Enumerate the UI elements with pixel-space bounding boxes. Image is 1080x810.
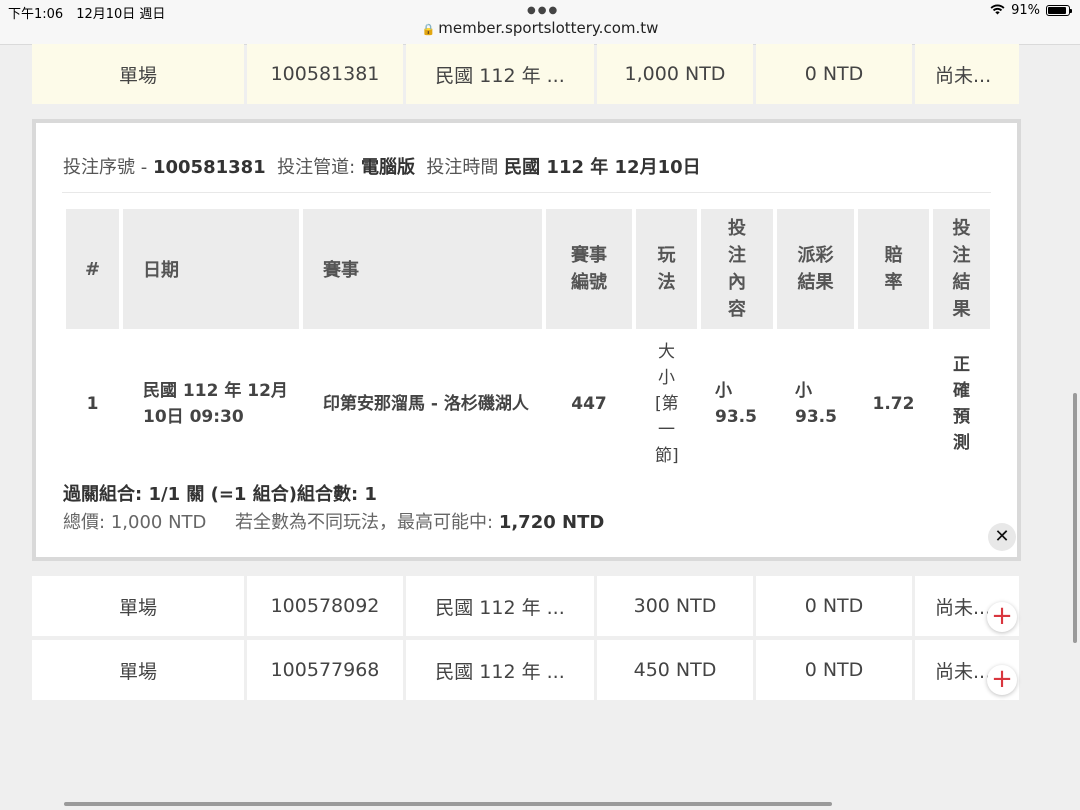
channel-label: 投注管道: — [277, 157, 356, 178]
bet-payout: 0 NTD — [756, 576, 912, 636]
bet-result-status: 正確預測 — [933, 334, 990, 474]
total-value: 1,000 NTD — [110, 512, 207, 533]
total-info: 總價: 1,000 NTD 若全數為不同玩法，最高可能中: 1,720 NTD — [63, 508, 604, 534]
header-play: 玩法 — [636, 209, 697, 329]
bet-status: 尚未... — [915, 44, 1019, 104]
lock-icon: 🔒 — [421, 23, 436, 36]
channel-value: 電腦版 — [360, 157, 415, 178]
bet-amount: 450 NTD — [597, 640, 753, 700]
max-payout-label: 若全數為不同玩法，最高可能中: — [235, 512, 494, 533]
bet-serial: 100577968 — [247, 640, 403, 700]
time-value: 民國 112 年 12月10日 — [504, 157, 701, 178]
combo-info: 過關組合: 1/1 關 (=1 組合)組合數: 1 — [63, 484, 377, 505]
bet-date: 民國 112 年 ... — [406, 576, 594, 636]
max-payout-value: 1,720 NTD — [498, 512, 605, 533]
header-odds: 賠率 — [858, 209, 929, 329]
bet-type: 單場 — [32, 576, 244, 636]
bet-type: 單場 — [32, 640, 244, 700]
header-result-text: 派彩結果 — [797, 245, 834, 293]
status-indicators: 91% — [990, 3, 1072, 18]
bet-summary-row[interactable]: 單場 100581381 民國 112 年 ... 1,000 NTD 0 NT… — [32, 44, 1021, 104]
battery-icon — [1046, 5, 1072, 16]
header-result: 派彩結果 — [777, 209, 854, 329]
multitask-dots-icon[interactable]: ●●● — [527, 5, 559, 16]
bet-result: 小 93.5 — [795, 381, 837, 427]
header-event-no: 賽事編號 — [546, 209, 632, 329]
bet-detail-card: 投注序號 - 100581381 投注管道: 電腦版 投注時間 民國 112 年… — [32, 119, 1021, 561]
header-odds-text: 賠率 — [884, 245, 903, 293]
bet-odds: 1.72 — [872, 394, 915, 414]
home-indicator[interactable] — [64, 802, 832, 806]
bet-type: 單場 — [32, 44, 244, 104]
bet-date-detail: 民國 112 年 12月10日 09:30 — [143, 381, 288, 427]
header-play-text: 玩法 — [657, 245, 676, 293]
serial-separator: - — [140, 157, 148, 178]
total-label: 總價: — [63, 512, 106, 533]
header-num: # — [66, 209, 119, 329]
bet-result-status-text: 正確預測 — [953, 355, 970, 453]
bet-serial: 100581381 — [247, 44, 403, 104]
bet-payout: 0 NTD — [756, 640, 912, 700]
header-bet-result-text: 投注結果 — [952, 218, 971, 320]
bet-play-text: 大小[第一節] — [655, 342, 679, 466]
bet-play: 大小[第一節] — [636, 334, 697, 474]
bet-summary-row[interactable]: 單場 100578092 民國 112 年 ... 300 NTD 0 NTD … — [32, 576, 1021, 636]
wifi-icon — [990, 4, 1005, 18]
bet-date: 民國 112 年 ... — [406, 44, 594, 104]
header-date: 日期 — [123, 209, 299, 329]
plus-icon[interactable]: + — [987, 665, 1017, 695]
header-event: 賽事 — [303, 209, 542, 329]
url-text: member.sportslottery.com.tw — [438, 19, 659, 37]
browser-top-bar: 下午1:06 12月10日 週日 ●●● 🔒 member.sportslotte… — [0, 0, 1080, 45]
header-content: 投注內容 — [701, 209, 773, 329]
bet-serial: 100578092 — [247, 576, 403, 636]
address-bar[interactable]: 🔒 member.sportslottery.com.tw — [0, 19, 1080, 37]
bet-amount: 300 NTD — [597, 576, 753, 636]
bet-date: 民國 112 年 ... — [406, 640, 594, 700]
header-content-text: 投注內容 — [728, 218, 746, 320]
plus-icon[interactable]: + — [987, 602, 1017, 632]
bet-amount: 1,000 NTD — [597, 44, 753, 104]
bet-event-no: 447 — [571, 394, 607, 414]
bet-event: 印第安那溜馬 - 洛杉磯湖人 — [323, 394, 529, 414]
time-label: 投注時間 — [426, 157, 499, 178]
close-icon[interactable]: ✕ — [988, 523, 1016, 551]
bet-summary-row[interactable]: 單場 100577968 民國 112 年 ... 450 NTD 0 NTD … — [32, 640, 1021, 700]
serial-label: 投注序號 — [63, 157, 135, 178]
bet-payout: 0 NTD — [756, 44, 912, 104]
header-event-no-text: 賽事編號 — [571, 245, 607, 293]
vertical-scrollbar[interactable] — [1073, 393, 1077, 643]
serial-value: 100581381 — [152, 157, 266, 178]
bet-content: 小 93.5 — [715, 381, 757, 427]
bet-num: 1 — [86, 394, 99, 414]
battery-percent: 91% — [1011, 3, 1040, 18]
header-bet-result: 投注結果 — [933, 209, 990, 329]
divider — [62, 192, 991, 193]
bet-meta: 投注序號 - 100581381 投注管道: 電腦版 投注時間 民國 112 年… — [63, 153, 701, 179]
